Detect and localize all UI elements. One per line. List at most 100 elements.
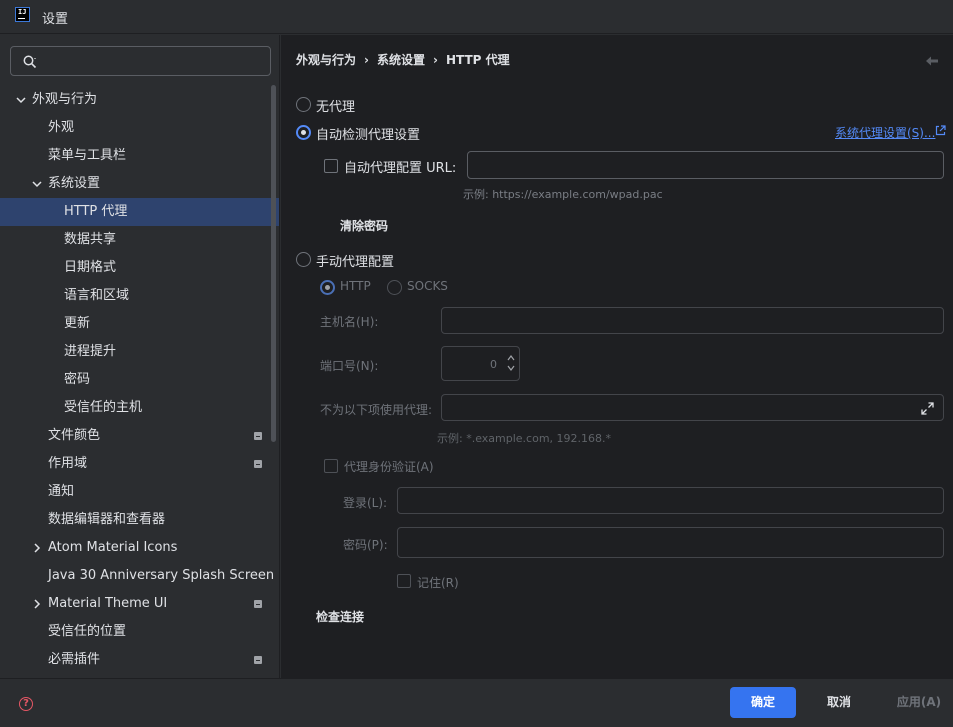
check-connection-button[interactable]: 检查连接 <box>316 608 364 625</box>
system-proxy-settings-link[interactable]: 系统代理设置(S)... <box>835 124 935 141</box>
tree-item-passwords[interactable]: 密码 <box>0 366 279 394</box>
no-proxy-radio[interactable] <box>296 97 311 112</box>
manual-proxy-radio[interactable] <box>296 252 311 267</box>
no-proxy-for-field[interactable] <box>442 395 943 420</box>
tree-item-file-colors[interactable]: 文件颜色 <box>0 422 279 450</box>
auto-detect-radio[interactable] <box>296 125 311 140</box>
search-box[interactable] <box>10 46 271 76</box>
tree-item-data-editor-viewer[interactable]: 数据编辑器和查看器 <box>0 506 279 534</box>
tree-item-label: 密码 <box>64 372 91 387</box>
tree-item-notifications[interactable]: 通知 <box>0 478 279 506</box>
auto-detect-label: 自动检测代理设置 <box>316 128 421 143</box>
tree-item-updates[interactable]: 更新 <box>0 310 279 338</box>
host-field[interactable] <box>442 308 943 333</box>
tree-item-label: 日期格式 <box>64 260 117 275</box>
expand-icon[interactable] <box>921 402 934 415</box>
spinner-arrows-icon[interactable] <box>506 353 516 373</box>
auto-config-url-checkbox[interactable] <box>324 159 338 173</box>
clear-passwords-button[interactable]: 清除密码 <box>340 217 388 234</box>
tree-item-scopes[interactable]: 作用域 <box>0 450 279 478</box>
tree-item-label: 数据编辑器和查看器 <box>48 512 166 527</box>
remember-checkbox[interactable] <box>397 574 411 588</box>
help-icon[interactable]: ? <box>19 697 33 711</box>
tree-item-label: 受信任的主机 <box>64 400 143 415</box>
tree-item-label: Material Theme UI <box>48 596 168 611</box>
tree-item-http-proxy[interactable]: HTTP 代理 <box>0 198 279 226</box>
tree-item-label: 受信任的位置 <box>48 624 127 639</box>
host-input[interactable] <box>441 307 944 334</box>
tree-item-label: 外观 <box>48 120 75 135</box>
socks-radio[interactable] <box>387 280 402 295</box>
external-link-icon <box>935 125 946 136</box>
search-input[interactable] <box>45 51 265 71</box>
project-level-badge-icon <box>254 600 262 608</box>
password-field[interactable] <box>398 528 943 557</box>
proxy-auth-checkbox[interactable] <box>324 459 338 473</box>
dialog-footer: ? 确定 取消 应用(A) <box>0 678 953 727</box>
auto-config-url-field[interactable] <box>468 152 943 178</box>
http-radio[interactable] <box>320 280 335 295</box>
chevron-down-icon[interactable] <box>32 179 42 189</box>
tree-item-label: 菜单与工具栏 <box>48 148 127 163</box>
tree-item-required-plugins[interactable]: 必需插件 <box>0 646 279 674</box>
breadcrumb-separator: › <box>432 53 438 67</box>
tree-item-label: 更新 <box>64 316 91 331</box>
tree-item-process-elevation[interactable]: 进程提升 <box>0 338 279 366</box>
tree-item-label: 数据共享 <box>64 232 117 247</box>
tree-item-date-formats[interactable]: 日期格式 <box>0 254 279 282</box>
sidebar-scrollbar[interactable] <box>271 85 276 442</box>
tree-item-atom-material-icons[interactable]: Atom Material Icons <box>0 534 279 562</box>
tree-item-label: 外观与行为 <box>32 92 98 107</box>
tree-item-system-settings[interactable]: 系统设置 <box>0 170 279 198</box>
port-label: 端口号(N): <box>320 359 379 373</box>
auto-config-url-label: 自动代理配置 URL: <box>344 161 457 176</box>
chevron-right-icon[interactable] <box>32 543 42 553</box>
password-input[interactable] <box>397 527 944 558</box>
intellij-logo-icon: IJ <box>15 7 30 22</box>
no-proxy-hint: 示例: *.example.com, 192.168.* <box>437 432 612 445</box>
no-proxy-for-input[interactable] <box>441 394 944 421</box>
tree-item-label: 语言和区域 <box>64 288 130 303</box>
cancel-button[interactable]: 取消 <box>806 687 872 718</box>
tree-item-data-sharing[interactable]: 数据共享 <box>0 226 279 254</box>
host-label: 主机名(H): <box>320 315 379 329</box>
ok-button[interactable]: 确定 <box>730 687 796 718</box>
password-label: 密码(P): <box>343 538 388 552</box>
tree-item-language-region[interactable]: 语言和区域 <box>0 282 279 310</box>
tree-item-material-theme-ui[interactable]: Material Theme UI <box>0 590 279 618</box>
tree-item-label: 通知 <box>48 484 75 499</box>
no-proxy-label: 无代理 <box>316 100 356 115</box>
window-title: 设置 <box>42 12 69 27</box>
proxy-auth-label: 代理身份验证(A) <box>344 460 434 474</box>
tree-item-label: 作用域 <box>48 456 88 471</box>
login-field[interactable] <box>398 488 943 513</box>
tree-item-trusted-locations[interactable]: 受信任的位置 <box>0 618 279 646</box>
back-arrow-icon[interactable] <box>925 55 939 67</box>
tree-item-label: 文件颜色 <box>48 428 101 443</box>
auto-config-url-input[interactable] <box>467 151 944 179</box>
auto-config-hint: 示例: https://example.com/wpad.pac <box>463 188 663 201</box>
tree-item-label: Java 30 Anniversary Splash Screen <box>48 568 275 583</box>
tree-item-label: 必需插件 <box>48 652 101 667</box>
project-level-badge-icon <box>254 432 262 440</box>
chevron-right-icon[interactable] <box>32 599 42 609</box>
tree-item-java-splash[interactable]: Java 30 Anniversary Splash Screen <box>0 562 279 590</box>
breadcrumb-item-current: HTTP 代理 <box>445 53 510 67</box>
tree-item-menus-toolbars[interactable]: 菜单与工具栏 <box>0 142 279 170</box>
login-label: 登录(L): <box>343 496 388 510</box>
manual-proxy-label: 手动代理配置 <box>316 255 395 270</box>
tree-item-appearance[interactable]: 外观 <box>0 114 279 142</box>
settings-sidebar: 外观与行为 外观 菜单与工具栏 系统设置 HTTP 代理 数据共享 日期格式 语… <box>0 35 280 678</box>
tree-item-appearance-behavior[interactable]: 外观与行为 <box>0 86 279 114</box>
breadcrumb-item[interactable]: 外观与行为 <box>296 53 356 67</box>
breadcrumb: 外观与行为 › 系统设置 › HTTP 代理 <box>296 51 510 68</box>
remember-label: 记住(R) <box>417 576 459 590</box>
breadcrumb-item[interactable]: 系统设置 <box>377 53 425 67</box>
chevron-down-icon[interactable] <box>16 95 26 105</box>
login-input[interactable] <box>397 487 944 514</box>
apply-button[interactable]: 应用(A) <box>888 687 950 718</box>
http-label: HTTP <box>340 279 371 293</box>
tree-item-trusted-hosts[interactable]: 受信任的主机 <box>0 394 279 422</box>
breadcrumb-separator: › <box>364 53 369 67</box>
port-spinner[interactable]: 0 <box>441 346 520 381</box>
